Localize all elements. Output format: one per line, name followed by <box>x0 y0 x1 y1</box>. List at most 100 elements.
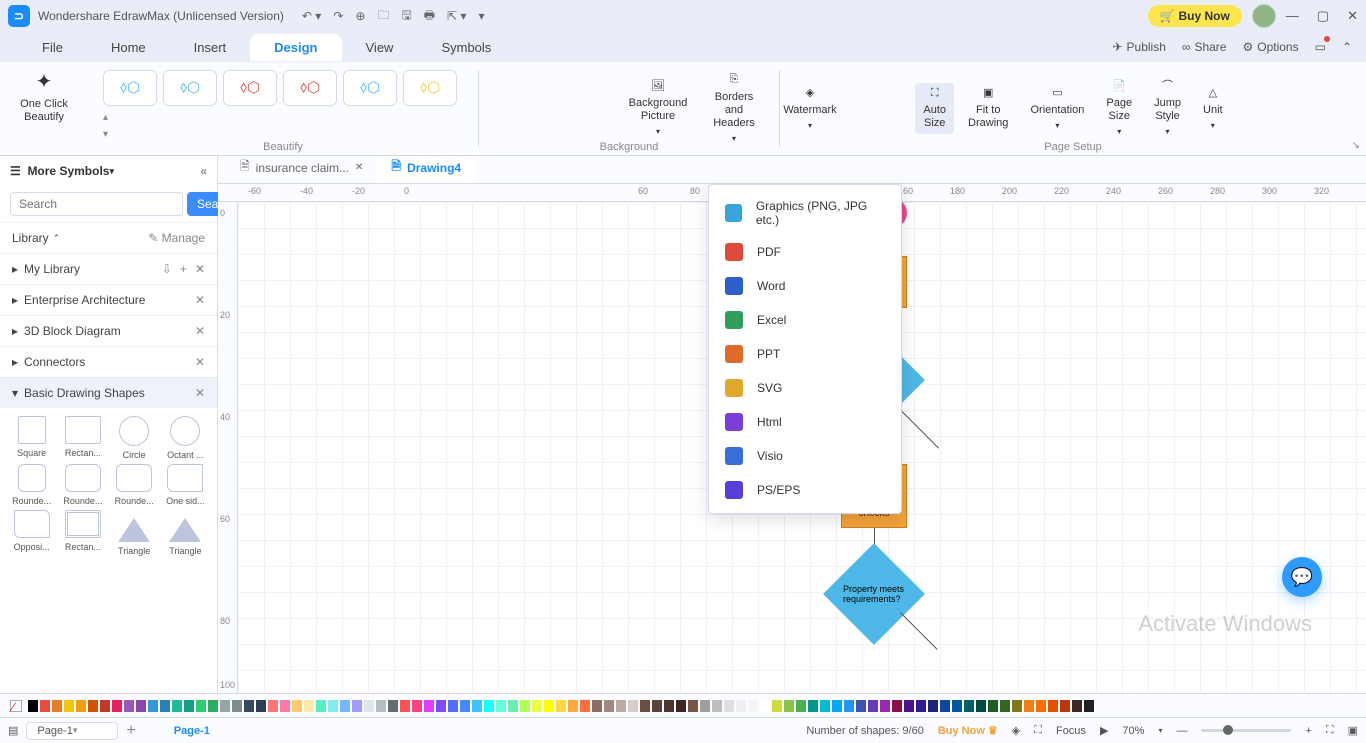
color-swatch[interactable] <box>772 700 782 712</box>
shape-rectangle[interactable]: Rectan... <box>59 416 106 460</box>
color-swatch[interactable] <box>460 700 470 712</box>
export-icon[interactable]: ⇱ ▾ <box>447 9 466 23</box>
style-gallery[interactable]: ⬨⬡ ⬨⬡ ⬨⬡ ⬨⬡ ⬨⬡ ⬨⬡ ▴▾ <box>103 70 463 140</box>
color-swatch[interactable] <box>328 700 338 712</box>
color-swatch[interactable] <box>580 700 590 712</box>
doc-tab-insurance[interactable]: 🗎 insurance claim... ✕ <box>226 156 377 183</box>
remove-icon[interactable]: ✕ <box>195 262 205 276</box>
color-swatch[interactable] <box>652 700 662 712</box>
sidebar-collapse-icon[interactable]: « <box>200 164 207 178</box>
menu-view[interactable]: View <box>342 34 418 61</box>
shape-octant[interactable]: Octant ... <box>162 416 209 460</box>
presentation-icon[interactable]: ▶ <box>1100 724 1108 737</box>
focus-button[interactable]: Focus <box>1056 725 1086 737</box>
export-item-graphicspngjpgetc[interactable]: Graphics (PNG, JPG etc.) <box>709 191 901 235</box>
import-icon[interactable]: ⇩ <box>162 262 172 276</box>
style-thumb-2[interactable]: ⬨⬡ <box>163 70 217 106</box>
color-swatch[interactable] <box>172 700 182 712</box>
shape-rounded3[interactable]: Rounde... <box>111 464 158 506</box>
color-swatch[interactable] <box>88 700 98 712</box>
menu-design[interactable]: Design <box>250 34 341 61</box>
options-button[interactable]: ⚙ Options <box>1242 40 1298 54</box>
color-swatch[interactable] <box>472 700 482 712</box>
color-swatch[interactable] <box>292 700 302 712</box>
color-swatch[interactable] <box>64 700 74 712</box>
color-swatch[interactable] <box>496 700 506 712</box>
zoom-slider[interactable] <box>1201 729 1291 732</box>
color-swatch[interactable] <box>148 700 158 712</box>
shape-opposing[interactable]: Opposi... <box>8 510 55 556</box>
color-swatch[interactable] <box>844 700 854 712</box>
color-swatch[interactable] <box>796 700 806 712</box>
export-item-html[interactable]: Html <box>709 405 901 439</box>
color-swatch[interactable] <box>340 700 350 712</box>
color-swatch[interactable] <box>304 700 314 712</box>
color-swatch[interactable] <box>100 700 110 712</box>
minimize-icon[interactable]: — <box>1286 8 1299 24</box>
color-swatch[interactable] <box>112 700 122 712</box>
color-swatch[interactable] <box>616 700 626 712</box>
sidebar-item-connectors[interactable]: ▸ Connectors✕ <box>0 346 217 377</box>
shape-circle[interactable]: Circle <box>111 416 158 460</box>
pages-icon[interactable]: ▤ <box>8 724 18 737</box>
publish-button[interactable]: ✈ Publish <box>1112 40 1165 54</box>
color-swatch[interactable] <box>712 700 722 712</box>
share-button[interactable]: ∞ Share <box>1182 40 1227 54</box>
add-icon[interactable]: + <box>180 262 187 276</box>
gallery-arrows[interactable]: ▴▾ <box>103 112 117 140</box>
color-swatch[interactable] <box>748 700 758 712</box>
color-swatch[interactable] <box>1000 700 1010 712</box>
color-swatch[interactable] <box>988 700 998 712</box>
sidebar-item-mylibrary[interactable]: ▸ My Library⇩+✕ <box>0 253 217 284</box>
color-swatch[interactable] <box>40 700 50 712</box>
color-swatch[interactable] <box>640 700 650 712</box>
color-swatch[interactable] <box>892 700 902 712</box>
color-swatch[interactable] <box>832 700 842 712</box>
color-swatch[interactable] <box>724 700 734 712</box>
shape-triangle1[interactable]: Triangle <box>111 510 158 556</box>
color-swatch[interactable] <box>388 700 398 712</box>
fit-page-icon[interactable]: ⛶ <box>1326 724 1334 737</box>
color-swatch[interactable] <box>604 700 614 712</box>
export-item-visio[interactable]: Visio <box>709 439 901 473</box>
color-swatch[interactable] <box>208 700 218 712</box>
color-swatch[interactable] <box>928 700 938 712</box>
menu-file[interactable]: File <box>18 34 87 61</box>
menu-insert[interactable]: Insert <box>170 34 251 61</box>
color-swatch[interactable] <box>244 700 254 712</box>
color-swatch[interactable] <box>964 700 974 712</box>
menu-symbols[interactable]: Symbols <box>417 34 515 61</box>
color-swatch[interactable] <box>856 700 866 712</box>
color-swatch[interactable] <box>976 700 986 712</box>
remove-icon[interactable]: ✕ <box>195 386 205 400</box>
color-swatch[interactable] <box>592 700 602 712</box>
color-swatch[interactable] <box>688 700 698 712</box>
color-swatch[interactable] <box>136 700 146 712</box>
print-icon[interactable]: 🖶 <box>424 6 435 27</box>
sidebar-item-3dblock[interactable]: ▸ 3D Block Diagram✕ <box>0 315 217 346</box>
shape-triangle2[interactable]: Triangle <box>162 510 209 556</box>
color-swatch[interactable] <box>544 700 554 712</box>
fit-drawing-button[interactable]: ▣Fit to Drawing <box>960 83 1016 135</box>
export-item-ppt[interactable]: PPT <box>709 337 901 371</box>
color-swatch[interactable] <box>412 700 422 712</box>
background-picture-button[interactable]: 🖼Background Picture▾ <box>623 76 693 141</box>
color-swatch[interactable] <box>448 700 458 712</box>
color-swatch[interactable] <box>880 700 890 712</box>
color-swatch[interactable] <box>220 700 230 712</box>
remove-icon[interactable]: ✕ <box>195 324 205 338</box>
color-swatch[interactable] <box>256 700 266 712</box>
more-qat-icon[interactable]: ▾ <box>478 9 484 23</box>
shape-rounded1[interactable]: Rounde... <box>8 464 55 506</box>
color-swatch[interactable] <box>436 700 446 712</box>
auto-size-button[interactable]: ⛶Auto Size <box>915 83 954 135</box>
manage-link[interactable]: ✎ Manage <box>148 231 205 245</box>
zoom-level[interactable]: 70% <box>1122 725 1144 737</box>
color-swatch[interactable] <box>1036 700 1046 712</box>
style-thumb-6[interactable]: ⬨⬡ <box>403 70 457 106</box>
color-swatch[interactable] <box>52 700 62 712</box>
remove-icon[interactable]: ✕ <box>195 293 205 307</box>
export-item-svg[interactable]: SVG <box>709 371 901 405</box>
collapse-ribbon-icon[interactable]: ⌃ <box>1342 40 1352 54</box>
color-swatch[interactable] <box>952 700 962 712</box>
